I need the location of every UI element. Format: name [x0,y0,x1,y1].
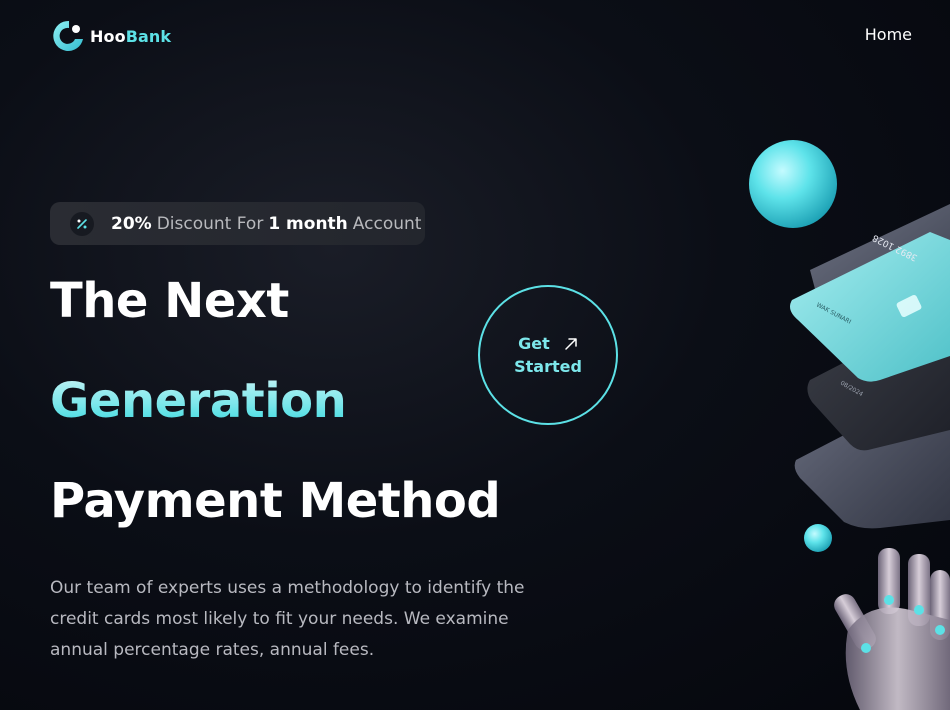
hoobank-logo-icon [53,20,83,51]
badge-text2: Account [352,213,422,234]
badge-percent: 20% [111,213,152,234]
arrow-up-right-icon [565,337,577,350]
brand-name-part1: Hoo [90,26,126,46]
brand-name-part2: Bank [125,26,172,46]
brand-logo[interactable]: HooBank [52,20,171,52]
hero-description: Our team of experts uses a methodology t… [50,578,525,660]
robot-hand [834,548,950,710]
badge-text1: Discount For [156,213,264,234]
cta-label-line1: Get [518,334,550,353]
hero-title-line3: Payment Method [50,473,501,529]
brand-name: HooBank [90,27,171,46]
badge-duration: 1 month [268,213,348,234]
discount-badge: 20% Discount For 1 month Account [50,202,425,245]
hero-title-line2: Generation [50,373,347,429]
navbar: HooBank Home [0,0,950,76]
hero-title-line1: The Next [50,273,289,329]
nav-link-home[interactable]: Home [865,25,912,44]
small-sphere [804,524,832,552]
hero-illustration: WAK SUNARI 3892 1028 08/2024 [740,130,950,710]
get-started-button[interactable]: Get Started [478,285,618,425]
cta-label-line2: Started [514,357,582,376]
discount-percent-icon [70,211,94,236]
large-sphere [749,140,837,228]
